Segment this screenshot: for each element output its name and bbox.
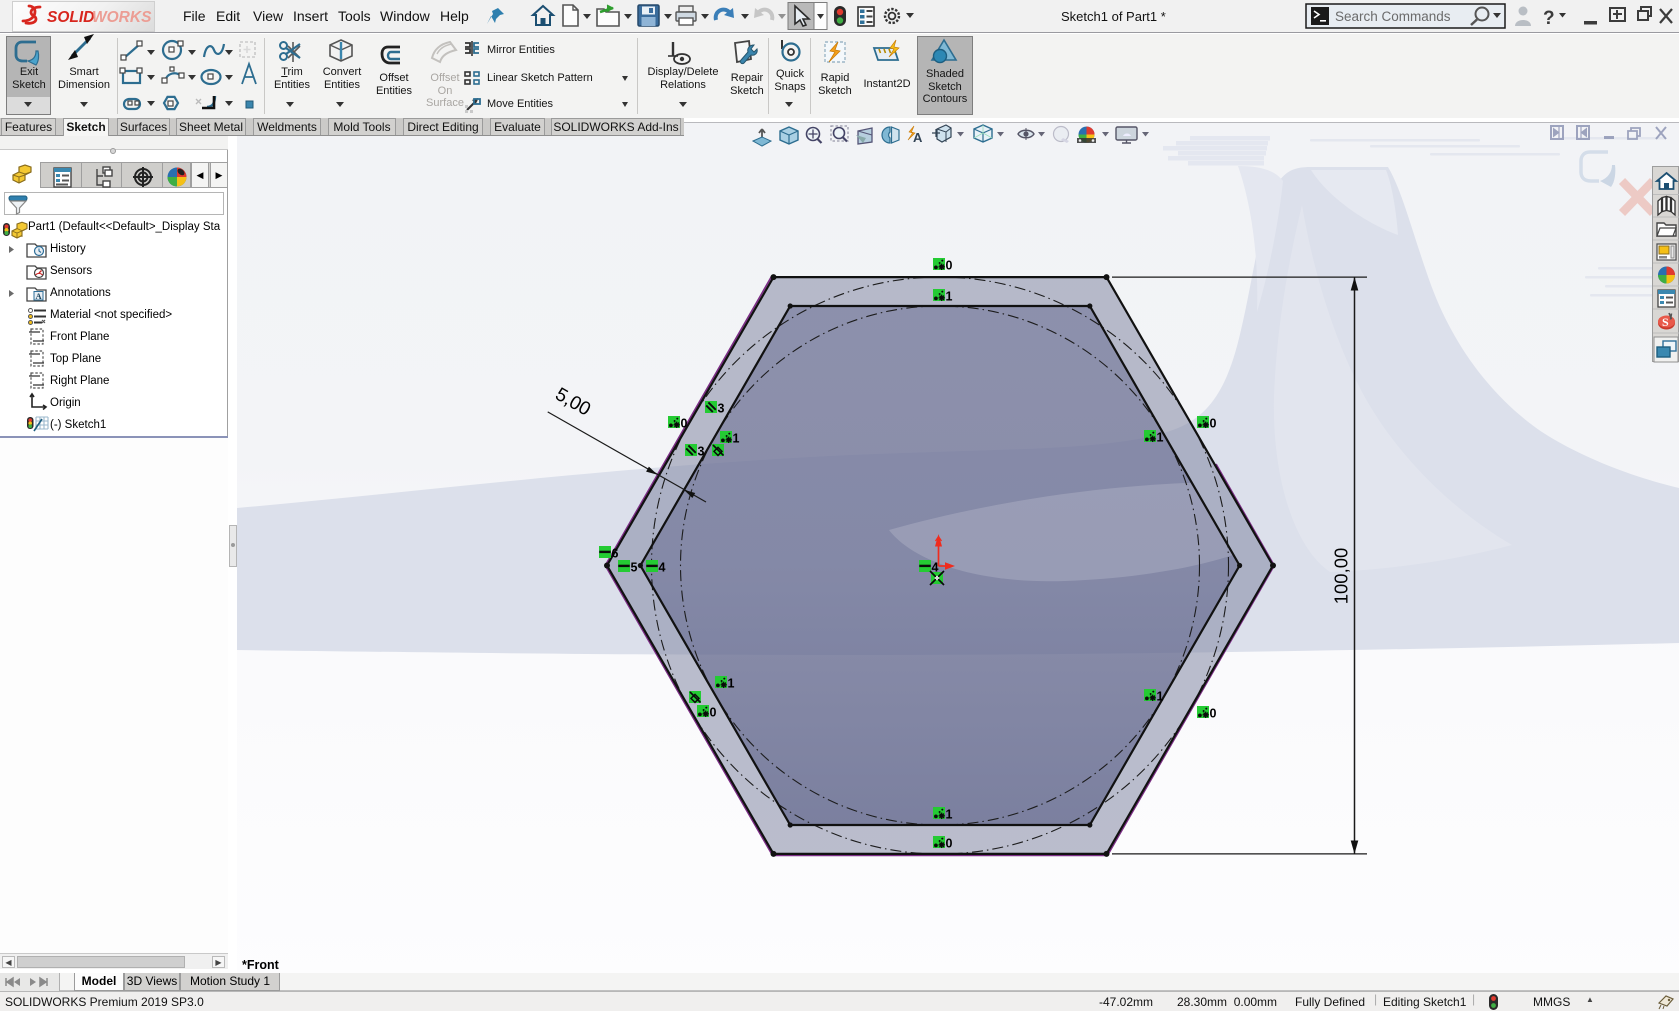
svg-text:?: ? <box>1543 8 1555 29</box>
svg-text:1: 1 <box>946 290 953 304</box>
svg-text:3: 3 <box>718 402 725 416</box>
svg-text:SOLID: SOLID <box>47 9 94 26</box>
svg-text:0: 0 <box>1210 417 1217 431</box>
svg-text:1: 1 <box>946 808 953 822</box>
svg-text:100,00: 100,00 <box>1331 548 1352 605</box>
svg-text:1: 1 <box>1157 431 1164 445</box>
svg-text:6: 6 <box>612 547 619 561</box>
svg-text:0: 0 <box>946 837 953 851</box>
svg-text:A: A <box>36 291 43 301</box>
svg-text:0: 0 <box>710 706 717 720</box>
svg-text:A: A <box>913 130 923 145</box>
svg-text:3: 3 <box>698 445 705 459</box>
svg-text:0: 0 <box>681 417 688 431</box>
svg-text:S: S <box>1662 315 1669 329</box>
svg-text:1: 1 <box>728 677 735 691</box>
svg-text:WORKS: WORKS <box>92 9 152 26</box>
svg-text:0: 0 <box>946 259 953 273</box>
svg-text:0: 0 <box>1210 707 1217 721</box>
svg-text:4: 4 <box>659 561 666 575</box>
svg-text:1: 1 <box>1157 690 1164 704</box>
svg-text:5: 5 <box>631 561 638 575</box>
svg-text:Search Commands: Search Commands <box>1335 9 1451 24</box>
svg-text:1: 1 <box>733 432 740 446</box>
